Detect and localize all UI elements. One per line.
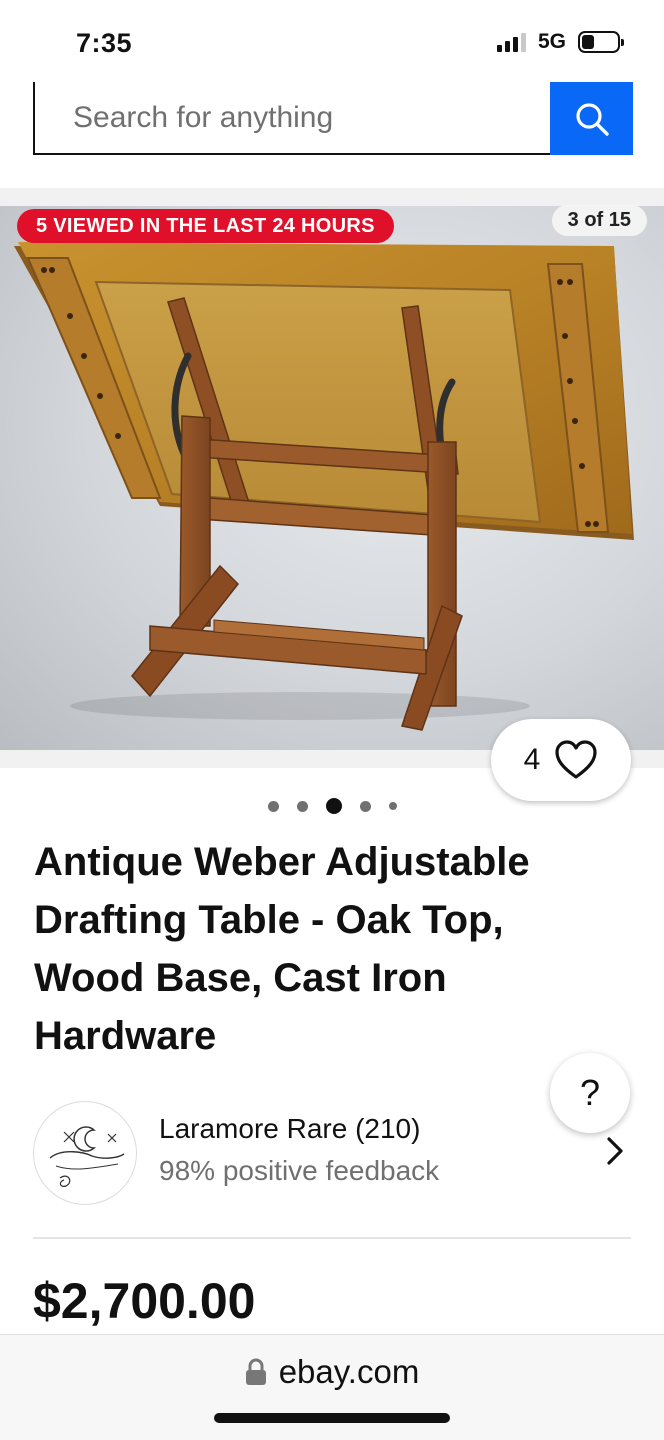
section-divider bbox=[0, 188, 664, 206]
seller-name: Laramore Rare (210) bbox=[159, 1113, 421, 1144]
product-image[interactable] bbox=[0, 206, 664, 750]
watch-count: 4 bbox=[523, 743, 541, 776]
listing-title: Antique Weber Adjustable Drafting Table … bbox=[34, 840, 530, 1058]
watch-button[interactable]: 4 bbox=[491, 719, 631, 801]
status-time: 7:35 bbox=[76, 28, 133, 58]
search-bar bbox=[33, 82, 633, 155]
section-divider-line bbox=[33, 1237, 631, 1239]
status-indicators: 5G bbox=[496, 30, 624, 54]
drafting-table-illustration bbox=[14, 242, 634, 731]
seller-avatar bbox=[33, 1101, 137, 1205]
browser-url-bar[interactable]: ebay.com bbox=[0, 1334, 664, 1440]
carousel-dot[interactable] bbox=[267, 800, 279, 812]
seller-feedback: 98% positive feedback bbox=[159, 1155, 440, 1186]
chevron-right-icon bbox=[607, 1137, 623, 1165]
search-input[interactable] bbox=[33, 82, 550, 155]
carousel-dot-active[interactable] bbox=[325, 798, 342, 814]
image-counter: 3 of 15 bbox=[551, 205, 647, 236]
seller-logo bbox=[49, 1126, 125, 1187]
listing-price: $2,700.00 bbox=[33, 1273, 256, 1329]
battery-icon bbox=[578, 31, 624, 53]
carousel-dots bbox=[0, 798, 664, 814]
carousel-dot[interactable] bbox=[296, 800, 308, 812]
viewed-badge: 5 VIEWED IN THE LAST 24 HOURS bbox=[17, 209, 394, 243]
carousel-dot[interactable] bbox=[388, 802, 397, 810]
home-indicator[interactable] bbox=[214, 1413, 450, 1423]
seller-card[interactable]: Laramore Rare (210) 98% positive feedbac… bbox=[33, 1101, 633, 1205]
carousel-dot[interactable] bbox=[359, 800, 371, 812]
signal-icon bbox=[496, 32, 526, 52]
heart-icon bbox=[555, 740, 597, 779]
lock-icon bbox=[245, 1358, 266, 1385]
search-button[interactable] bbox=[550, 82, 633, 155]
network-label: 5G bbox=[537, 30, 566, 53]
url-display[interactable]: ebay.com bbox=[0, 1353, 664, 1391]
search-icon bbox=[575, 102, 609, 136]
url-text: ebay.com bbox=[278, 1353, 420, 1390]
status-bar: 7:35 5G bbox=[0, 0, 664, 80]
